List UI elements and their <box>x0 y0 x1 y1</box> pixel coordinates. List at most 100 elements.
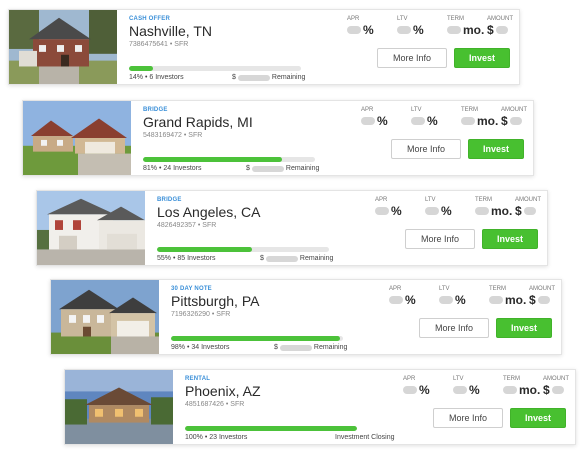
listing-card-phoenix[interactable]: RENTAL Phoenix, AZ 4851687426 • SFR 100%… <box>64 369 576 445</box>
funding-stats: 55% • 85 Investors <box>157 255 216 262</box>
loan-type: 30 DAY NOTE <box>171 286 212 292</box>
metric-apr: APR% <box>403 376 430 397</box>
listing-city[interactable]: Grand Rapids, MI <box>143 114 321 130</box>
metric-apr: APR% <box>347 16 374 37</box>
listing-id: 7196326290 <box>171 311 210 318</box>
house-photo-colonial <box>51 280 159 354</box>
property-type: SFR <box>216 311 231 318</box>
funding-stats: 100% • 23 Investors <box>185 434 248 441</box>
listing-city[interactable]: Nashville, TN <box>129 23 307 39</box>
listing-id: 5483169472 <box>143 132 182 139</box>
progress-fill <box>185 426 357 431</box>
invest-button[interactable]: Invest <box>510 408 566 428</box>
invest-button[interactable]: Invest <box>482 229 538 249</box>
hidden-amount <box>265 255 298 262</box>
property-type: SFR <box>230 401 245 408</box>
property-type: SFR <box>188 132 203 139</box>
loan-type: CASH OFFER <box>129 16 170 22</box>
listing-info: BRIDGE Los Angeles, CA 4826492357 • SFR … <box>145 191 335 265</box>
more-info-button[interactable]: More Info <box>377 48 447 68</box>
listing-info: BRIDGE Grand Rapids, MI 5483169472 • SFR… <box>131 101 321 175</box>
loan-type: BRIDGE <box>157 197 182 203</box>
more-info-button[interactable]: More Info <box>419 318 489 338</box>
funding-progress-bar <box>143 157 315 162</box>
loan-type: RENTAL <box>185 376 211 382</box>
invest-button[interactable]: Invest <box>468 139 524 159</box>
property-photo[interactable] <box>37 191 145 265</box>
listing-city[interactable]: Los Angeles, CA <box>157 204 335 220</box>
more-info-button[interactable]: More Info <box>405 229 475 249</box>
dollar-sign: $ <box>260 255 264 262</box>
invest-button[interactable]: Invest <box>496 318 552 338</box>
listing-card-grand-rapids[interactable]: BRIDGE Grand Rapids, MI 5483169472 • SFR… <box>22 100 534 176</box>
remaining-label: Remaining <box>285 165 320 172</box>
listing-city[interactable]: Pittsburgh, PA <box>171 293 349 309</box>
metric-amount: AMOUNT $ <box>515 197 541 218</box>
listing-metrics: APR% LTV% TERM mo. AMOUNT $ More Info Inve… <box>321 101 533 175</box>
metric-ltv: LTV% <box>411 107 438 128</box>
dollar-sign: $ <box>274 344 278 351</box>
metric-apr: APR% <box>389 286 416 307</box>
metric-term: TERM mo. <box>489 286 527 307</box>
house-photo-brick <box>9 10 117 84</box>
listing-metrics: APR% LTV% TERM mo. AMOUNT $ More Info Inve… <box>307 10 519 84</box>
remaining-label: Remaining <box>299 255 334 262</box>
listing-info: CASH OFFER Nashville, TN 7386475641 • SF… <box>117 10 307 84</box>
more-info-button[interactable]: More Info <box>433 408 503 428</box>
metric-amount: AMOUNT $ <box>487 16 513 37</box>
amount-remaining: $ Remaining <box>246 165 319 172</box>
property-photo[interactable] <box>9 10 117 84</box>
listing-meta: 5483169472 • SFR <box>143 132 203 139</box>
hidden-amount <box>251 165 284 172</box>
funding-stats: 81% • 24 Investors <box>143 165 202 172</box>
listing-meta: 4851687426 • SFR <box>185 401 245 408</box>
funding-progress-bar <box>171 336 343 341</box>
listing-info: 30 DAY NOTE Pittsburgh, PA 7196326290 • … <box>159 280 349 354</box>
listing-card-nashville[interactable]: CASH OFFER Nashville, TN 7386475641 • SF… <box>8 9 520 85</box>
metric-ltv: LTV% <box>397 16 424 37</box>
listing-metrics: APR% LTV% TERM mo. AMOUNT $ More Info Inve… <box>363 370 575 444</box>
house-photo-stucco <box>65 370 173 444</box>
more-info-button[interactable]: More Info <box>391 139 461 159</box>
funding-stats: 14% • 6 Investors <box>129 74 184 81</box>
metric-amount: AMOUNT $ <box>501 107 527 128</box>
metric-term: TERM mo. <box>461 107 499 128</box>
metric-apr: APR% <box>375 197 402 218</box>
property-type: SFR <box>202 222 217 229</box>
listing-info: RENTAL Phoenix, AZ 4851687426 • SFR 100%… <box>173 370 395 444</box>
metric-term: TERM mo. <box>503 376 541 397</box>
funding-progress-bar <box>157 247 329 252</box>
dollar-sign: $ <box>232 74 236 81</box>
hidden-amount <box>237 74 270 81</box>
amount-remaining: $ Remaining <box>232 74 305 81</box>
metric-amount: AMOUNT $ <box>529 286 555 307</box>
amount-remaining: $ Remaining <box>260 255 333 262</box>
property-photo[interactable] <box>65 370 173 444</box>
listing-card-los-angeles[interactable]: BRIDGE Los Angeles, CA 4826492357 • SFR … <box>36 190 548 266</box>
progress-fill <box>129 66 154 71</box>
listing-metrics: APR% LTV% TERM mo. AMOUNT $ More Info Inve… <box>349 280 561 354</box>
hidden-amount <box>279 344 312 351</box>
funding-progress-bar <box>129 66 301 71</box>
progress-fill <box>157 247 252 252</box>
funding-stats: 98% • 34 Investors <box>171 344 230 351</box>
metric-term: TERM mo. <box>475 197 513 218</box>
invest-button[interactable]: Invest <box>454 48 510 68</box>
listing-id: 4826492357 <box>157 222 196 229</box>
listing-id: 4851687426 <box>185 401 224 408</box>
metric-ltv: LTV% <box>439 286 466 307</box>
listing-city[interactable]: Phoenix, AZ <box>185 383 363 399</box>
loan-type: BRIDGE <box>143 107 168 113</box>
listing-id: 7386475641 <box>129 41 168 48</box>
house-photo-modern <box>37 191 145 265</box>
listing-metrics: APR% LTV% TERM mo. AMOUNT $ More Info Inve… <box>335 191 547 265</box>
remaining-label: Remaining <box>313 344 348 351</box>
property-photo[interactable] <box>23 101 131 175</box>
listing-card-pittsburgh[interactable]: 30 DAY NOTE Pittsburgh, PA 7196326290 • … <box>50 279 562 355</box>
amount-remaining: $ Remaining <box>274 344 347 351</box>
dollar-sign: $ <box>246 165 250 172</box>
metric-apr: APR% <box>361 107 388 128</box>
property-photo[interactable] <box>51 280 159 354</box>
remaining-label: Remaining <box>271 74 306 81</box>
funding-progress-bar <box>185 426 357 431</box>
